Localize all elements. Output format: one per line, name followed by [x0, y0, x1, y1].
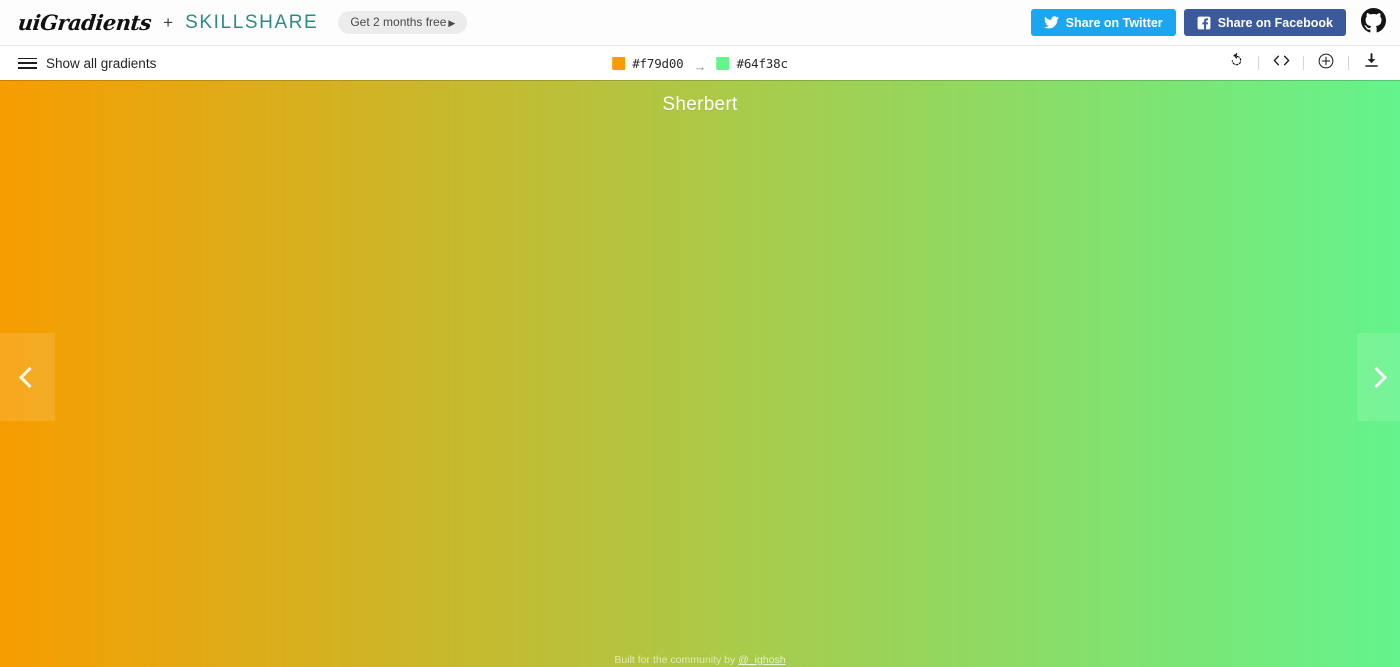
previous-gradient-button[interactable] — [0, 333, 55, 421]
rotate-icon — [1229, 52, 1244, 73]
chevron-right-icon — [1365, 366, 1388, 388]
promo-label: Get 2 months free — [350, 14, 447, 29]
brand-group: uiGradients + SKILLSHARE Get 2 months fr… — [17, 10, 468, 35]
skillshare-logo[interactable]: SKILLSHARE — [185, 12, 318, 34]
color-swatch-end — [716, 56, 730, 70]
add-gradient-button[interactable] — [1311, 48, 1341, 78]
rotate-gradient-button[interactable] — [1221, 48, 1251, 78]
toolbar-divider — [1258, 56, 1259, 70]
gradient-color-stops: #f79d00 → #64f38c — [612, 46, 788, 80]
hamburger-icon — [18, 57, 37, 69]
view-code-button[interactable] — [1266, 48, 1296, 78]
gradient-stage: Sherbert Built for the community by @_ig… — [0, 80, 1400, 667]
uigradients-app: uiGradients + SKILLSHARE Get 2 months fr… — [0, 0, 1400, 667]
next-gradient-button[interactable] — [1357, 333, 1400, 421]
color-hex-end: #64f38c — [736, 55, 788, 71]
plus-separator: + — [163, 12, 174, 32]
gradient-toolbar: Show all gradients #f79d00 → #64f38c — [0, 46, 1400, 80]
share-facebook-button[interactable]: Share on Facebook — [1183, 9, 1346, 36]
top-header: uiGradients + SKILLSHARE Get 2 months fr… — [0, 0, 1400, 46]
share-twitter-button[interactable]: Share on Twitter — [1030, 9, 1176, 36]
footer-credit-text: Built for the community by — [614, 654, 739, 666]
color-hex-start: #f79d00 — [632, 55, 684, 71]
show-all-gradients-button[interactable]: Show all gradients — [18, 56, 156, 71]
download-icon — [1364, 53, 1379, 73]
chevron-left-icon — [18, 366, 41, 388]
header-actions: Share on Twitter Share on Facebook — [1030, 7, 1388, 38]
toolbar-actions — [1221, 48, 1386, 78]
facebook-icon — [1197, 16, 1211, 30]
color-swatch-start — [612, 56, 626, 70]
github-link[interactable] — [1358, 7, 1388, 38]
color-stop-end[interactable]: #64f38c — [716, 55, 788, 71]
toolbar-divider — [1303, 56, 1304, 70]
github-icon — [1360, 7, 1386, 38]
show-all-gradients-label: Show all gradients — [46, 55, 157, 71]
caret-right-icon: ▶ — [448, 17, 456, 28]
toolbar-divider — [1348, 56, 1349, 70]
share-twitter-label: Share on Twitter — [1065, 15, 1163, 30]
color-stop-start[interactable]: #f79d00 — [612, 55, 684, 71]
plus-circle-icon — [1318, 53, 1334, 74]
download-button[interactable] — [1356, 48, 1386, 78]
share-facebook-label: Share on Facebook — [1217, 15, 1333, 30]
skillshare-promo-button[interactable]: Get 2 months free ▶ — [338, 10, 468, 35]
uigradients-logo[interactable]: uiGradients — [17, 10, 153, 35]
gradient-name: Sherbert — [662, 94, 738, 115]
code-icon — [1273, 54, 1290, 72]
twitter-icon — [1043, 16, 1059, 29]
arrow-right-icon: → — [693, 58, 707, 74]
footer-credit: Built for the community by @_ighosh — [0, 654, 1400, 666]
author-handle-link[interactable]: @_ighosh — [738, 654, 785, 666]
